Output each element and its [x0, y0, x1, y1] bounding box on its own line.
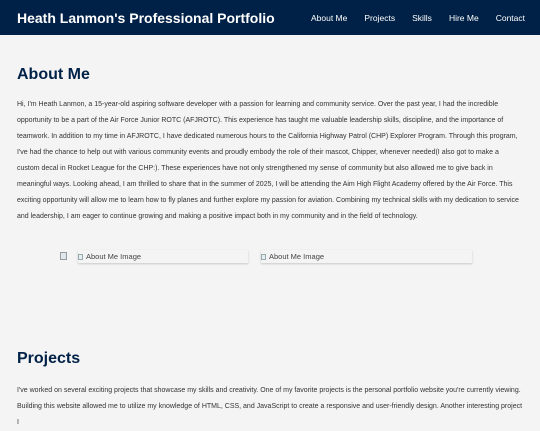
nav-link-hire-me[interactable]: Hire Me	[449, 13, 479, 23]
about-text: Hi, I'm Heath Lanmon, a 15-year-old aspi…	[17, 101, 519, 220]
nav-link-skills[interactable]: Skills	[412, 13, 432, 23]
nav-link-contact[interactable]: Contact	[496, 13, 525, 23]
about-images: About Me Image About Me Image	[17, 250, 523, 263]
about-section: About Me Hi, I'm Heath Lanmon, a 15-year…	[0, 35, 540, 263]
nav-link-about-me[interactable]: About Me	[311, 13, 347, 23]
broken-image-icon	[60, 252, 67, 260]
nav-link-projects[interactable]: Projects	[364, 13, 395, 23]
about-title: About Me	[17, 66, 90, 83]
projects-text: I've worked on several exciting projects…	[17, 387, 523, 426]
broken-image-icon	[78, 253, 83, 260]
site-brand[interactable]: Heath Lanmon's Professional Portfolio	[17, 10, 275, 26]
projects-title: Projects	[17, 350, 81, 367]
nav-links: About Me Projects Skills Hire Me Contact	[311, 13, 525, 23]
broken-image-icon	[261, 253, 266, 260]
about-image-alt: About Me Image	[86, 252, 142, 261]
about-image-alt: About Me Image	[269, 252, 325, 261]
projects-section: Projects I've worked on several exciting…	[0, 350, 540, 431]
about-image-1: About Me Image	[78, 250, 248, 263]
top-navbar: Heath Lanmon's Professional Portfolio Ab…	[0, 0, 540, 35]
about-image-2: About Me Image	[261, 250, 472, 263]
